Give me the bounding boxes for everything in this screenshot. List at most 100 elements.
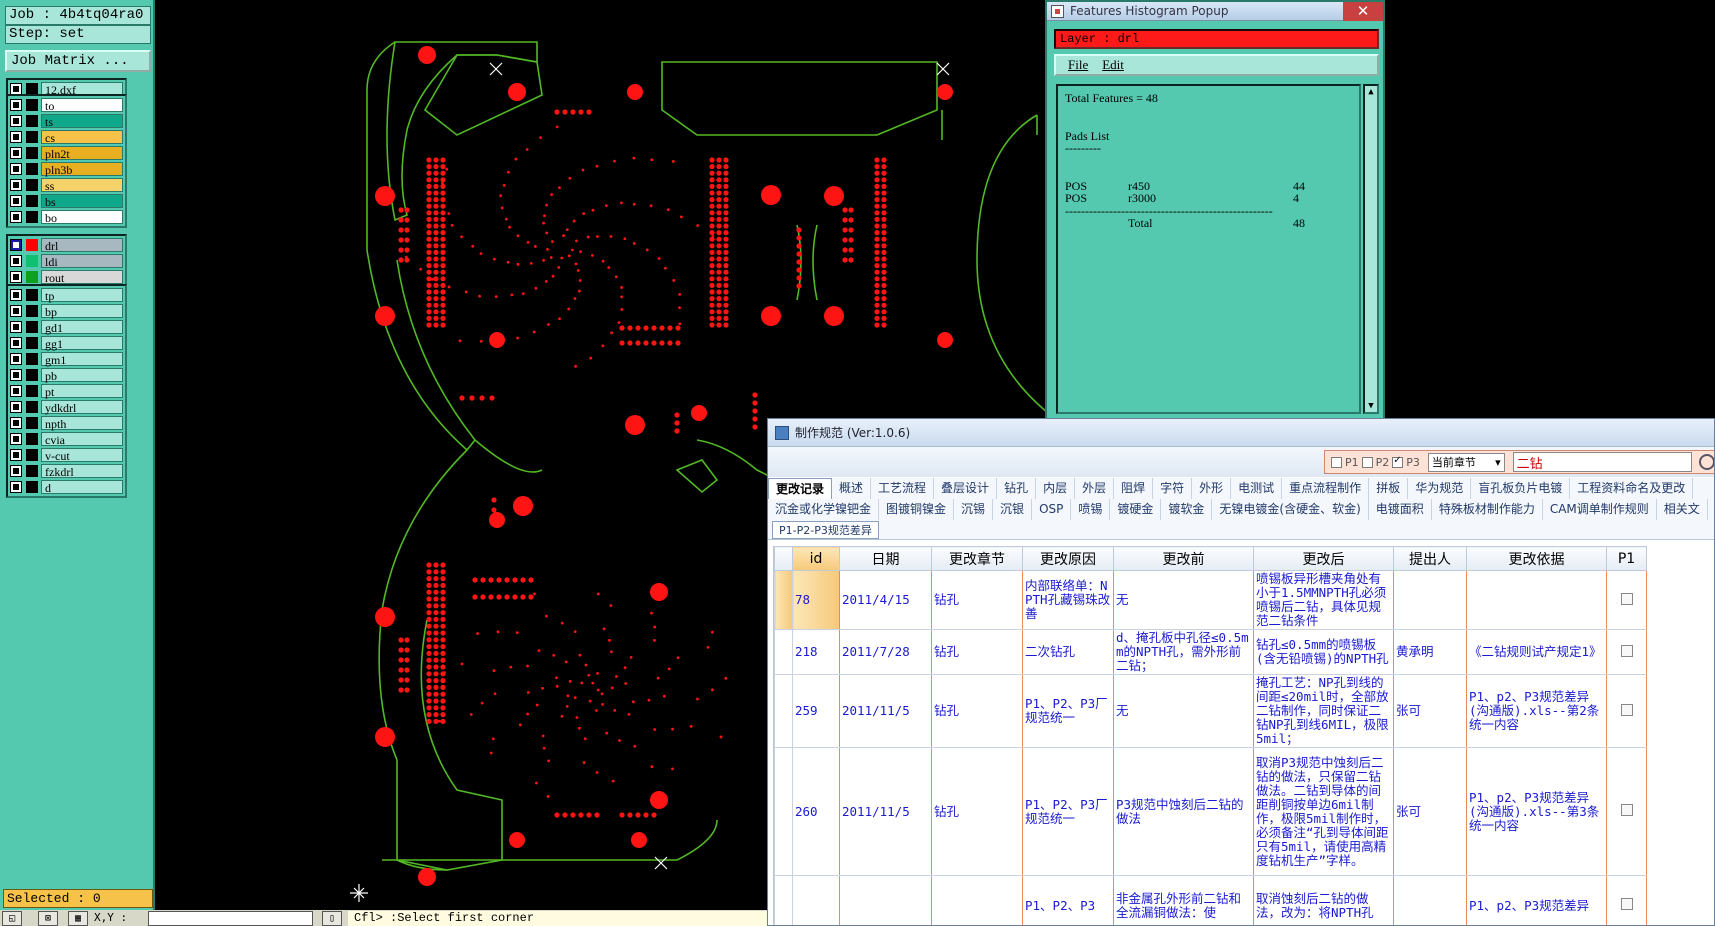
- column-header[interactable]: 更改原因: [1022, 546, 1114, 571]
- snap-icon[interactable]: ⊠: [38, 911, 58, 926]
- layer-row-cs[interactable]: cs: [10, 129, 123, 145]
- cell-date[interactable]: 2011/11/5: [839, 747, 932, 876]
- layer-row-ydkdrl[interactable]: ydkdrl: [10, 399, 123, 415]
- cell-basis[interactable]: 《二钻规则试产规定1》: [1466, 629, 1607, 675]
- tab-tabs_row2-7[interactable]: 镀软金: [1161, 499, 1213, 520]
- p1-row-checkbox[interactable]: [1620, 898, 1633, 910]
- tab-tabs_row1-0[interactable]: 更改记录: [768, 478, 833, 499]
- tab-tabs_row1-5[interactable]: 内层: [1036, 478, 1076, 499]
- layer-checkbox[interactable]: [10, 99, 22, 111]
- cell-before[interactable]: 非金属孔外形前二钻和全流漏铜做法：使: [1113, 875, 1254, 925]
- tab-tabs_row2-6[interactable]: 镀硬金: [1110, 499, 1162, 520]
- layer-row-ts[interactable]: ts: [10, 113, 123, 129]
- layer-checkbox[interactable]: [10, 211, 22, 223]
- tab-tabs_row2-12[interactable]: 相关文: [1657, 499, 1708, 520]
- layer-row-bs[interactable]: bs: [10, 193, 123, 209]
- layer-row-pln2t[interactable]: pln2t: [10, 145, 123, 161]
- tab-tabs_row1-7[interactable]: 阻焊: [1114, 478, 1154, 499]
- cell-person[interactable]: 黄承明: [1393, 629, 1467, 675]
- layer-checkbox[interactable]: [10, 481, 22, 493]
- close-icon[interactable]: ✕: [1343, 1, 1383, 21]
- histogram-report[interactable]: Total Features = 48 Pads List --------- …: [1056, 84, 1361, 414]
- layer-row-gg1[interactable]: gg1: [10, 335, 123, 351]
- cell-reason[interactable]: 内部联络单：NPTH孔藏锡珠改善: [1022, 570, 1114, 630]
- tab-tabs_row1-10[interactable]: 电测试: [1231, 478, 1283, 499]
- layer-checkbox[interactable]: [10, 163, 22, 175]
- cell-before[interactable]: 无: [1113, 674, 1254, 748]
- layer-row-tp[interactable]: tp: [10, 287, 123, 303]
- search-icon[interactable]: [1699, 454, 1714, 470]
- layer-row-gd1[interactable]: gd1: [10, 319, 123, 335]
- layer-checkbox[interactable]: [10, 353, 22, 365]
- cell-chapter[interactable]: 钻孔: [931, 629, 1023, 675]
- zoom-icon[interactable]: ◱: [2, 911, 22, 926]
- tab-tabs_row2-11[interactable]: CAM调单制作规则: [1543, 499, 1657, 520]
- search-input[interactable]: [1512, 452, 1693, 472]
- cell-chapter[interactable]: 钻孔: [931, 570, 1023, 630]
- layer-row-cvia[interactable]: cvia: [10, 431, 123, 447]
- cell-date[interactable]: [839, 875, 932, 925]
- layer-row-drl[interactable]: drl: [10, 237, 123, 253]
- tab-tabs_row1-2[interactable]: 工艺流程: [871, 478, 935, 499]
- table-row[interactable]: 78 2011/4/15 钻孔 内部联络单：NPTH孔藏锡珠改善无喷锡板异形槽夹角处有…: [774, 570, 1647, 630]
- layer-checkbox[interactable]: [10, 369, 22, 381]
- column-header[interactable]: 更改前: [1113, 546, 1254, 571]
- layer-checkbox[interactable]: [10, 289, 22, 301]
- column-header[interactable]: 更改依据: [1466, 546, 1607, 571]
- layer-row-gm1[interactable]: gm1: [10, 351, 123, 367]
- cell-id[interactable]: 218: [792, 629, 840, 675]
- p1-row-checkbox[interactable]: [1620, 592, 1633, 605]
- tab-tabs_row1-3[interactable]: 叠层设计: [934, 478, 998, 499]
- row-selector[interactable]: [774, 629, 793, 675]
- layer-checkbox[interactable]: [10, 195, 22, 207]
- layer-checkbox[interactable]: [10, 131, 22, 143]
- tab-tabs_row2-10[interactable]: 特殊板材制作能力: [1432, 499, 1543, 520]
- cell-reason[interactable]: P1、P2、P3: [1022, 875, 1114, 925]
- cell-person[interactable]: 张可: [1393, 747, 1467, 876]
- cell-after[interactable]: 掩孔工艺：NP孔到线的间距≤20mil时，全部放二钻制作，同时保证二钻NP孔到线…: [1253, 674, 1394, 748]
- tab-tabs_row2-5[interactable]: 喷锡: [1071, 499, 1111, 520]
- tab-tabs_row1-8[interactable]: 字符: [1153, 478, 1193, 499]
- histogram-title-bar[interactable]: Features Histogram Popup ✕: [1047, 1, 1383, 21]
- layer-row-rout[interactable]: rout: [10, 269, 123, 285]
- layer-checkbox[interactable]: [10, 321, 22, 333]
- histogram-scrollbar[interactable]: ▲ ▼: [1363, 84, 1379, 414]
- cell-before[interactable]: d、掩孔板中孔径≤0.5mm的NPTH孔，需外形前二钻；: [1113, 629, 1254, 675]
- tab-tabs_row1-9[interactable]: 外形: [1192, 478, 1232, 499]
- cell-id[interactable]: 259: [792, 674, 840, 748]
- layer-checkbox[interactable]: [10, 465, 22, 477]
- coordinate-field[interactable]: [148, 911, 313, 926]
- layer-row-bp[interactable]: bp: [10, 303, 123, 319]
- grid-icon[interactable]: ▦: [68, 911, 88, 926]
- cell-person[interactable]: 张可: [1393, 674, 1467, 748]
- row-selector[interactable]: [774, 875, 793, 925]
- tab-tabs_row1-14[interactable]: 盲孔板负片电镀: [1471, 478, 1571, 499]
- subtab-p1-p2-p3[interactable]: P1-P2-P3规范差异: [772, 521, 879, 539]
- tab-tabs_row2-4[interactable]: OSP: [1032, 499, 1072, 520]
- layer-checkbox[interactable]: [10, 401, 22, 413]
- cell-before[interactable]: P3规范中蚀刻后二钻的做法: [1113, 747, 1254, 876]
- layer-checkbox[interactable]: [10, 433, 22, 445]
- layer-row-npth[interactable]: npth: [10, 415, 123, 431]
- menu-file[interactable]: File: [1068, 57, 1088, 73]
- cell-id[interactable]: 260: [792, 747, 840, 876]
- row-selector[interactable]: [774, 747, 793, 876]
- cell-reason[interactable]: P1、P2、P3厂规范统一: [1022, 674, 1114, 748]
- p1-row-checkbox[interactable]: [1620, 703, 1633, 716]
- layer-checkbox[interactable]: [10, 179, 22, 191]
- layer-checkbox[interactable]: [10, 271, 22, 283]
- grid-corner[interactable]: [774, 546, 793, 571]
- cell-person[interactable]: [1393, 570, 1467, 630]
- column-header[interactable]: 更改后: [1253, 546, 1394, 571]
- tab-tabs_row2-2[interactable]: 沉锡: [954, 499, 994, 520]
- cell-basis[interactable]: P1、p2、P3规范差异(沟通版).xls--第3条统一内容: [1466, 747, 1607, 876]
- layer-row-ss[interactable]: ss: [10, 177, 123, 193]
- cell-before[interactable]: 无: [1113, 570, 1254, 630]
- cell-basis[interactable]: P1、p2、P3规范差异: [1466, 875, 1607, 925]
- layer-checkbox[interactable]: [10, 255, 22, 267]
- column-header[interactable]: P1: [1606, 546, 1647, 571]
- cell-basis[interactable]: P1、p2、P3规范差异(沟通版).xls--第2条统一内容: [1466, 674, 1607, 748]
- column-header[interactable]: 更改章节: [931, 546, 1023, 571]
- layer-row-pt[interactable]: pt: [10, 383, 123, 399]
- tab-tabs_row2-0[interactable]: 沉金或化学镍钯金: [768, 499, 880, 520]
